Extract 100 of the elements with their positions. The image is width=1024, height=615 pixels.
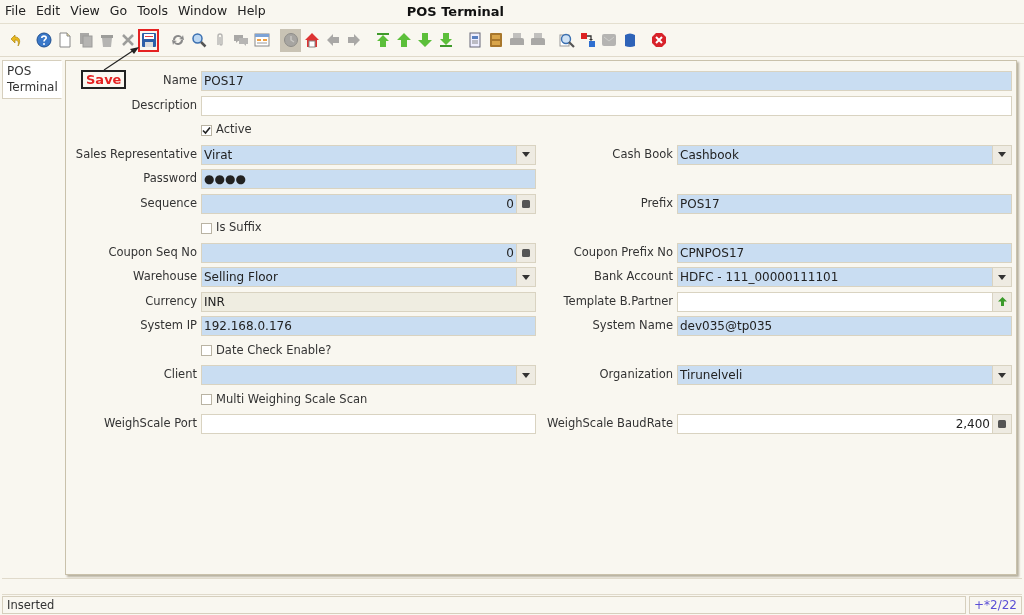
record-counter: +*2/22 — [969, 596, 1022, 614]
caret-icon — [998, 274, 1006, 280]
checkbox-label: Multi Weighing Scale Scan — [216, 390, 368, 408]
callout-arrow — [103, 47, 139, 71]
menu-item[interactable]: Go — [104, 2, 133, 21]
dropdown-button[interactable] — [516, 145, 535, 164]
calculator-button[interactable] — [992, 415, 1011, 433]
field-label: Warehouse — [133, 268, 197, 286]
dropdown-button[interactable] — [516, 366, 535, 384]
dropdown-field[interactable]: Tirunelveli — [677, 365, 1012, 385]
field-label: Bank Account — [594, 268, 673, 286]
calculator-button[interactable] — [516, 243, 535, 262]
printer-icon — [508, 32, 525, 48]
toolbar-button[interactable] — [138, 28, 159, 52]
menu-item[interactable]: File — [0, 2, 31, 21]
cross-icon — [119, 32, 136, 48]
dropdown-field[interactable]: Cashbook — [677, 144, 1012, 165]
zoom-icon — [558, 32, 575, 48]
text-field[interactable]: CPNPOS17 — [677, 242, 1012, 263]
dropdown-field[interactable] — [201, 365, 536, 385]
checkbox[interactable] — [201, 345, 212, 356]
field-label: WeighScale BaudRate — [546, 415, 673, 433]
field-label: Cash Book — [612, 145, 673, 163]
field-label: Password — [143, 170, 197, 188]
caret-icon — [522, 372, 530, 378]
field-label: Coupon Prefix No — [573, 243, 673, 261]
clock-icon — [282, 32, 299, 48]
chat-bubbles-icon — [232, 32, 249, 48]
checkbox[interactable] — [201, 222, 212, 234]
field-label: Organization — [599, 366, 673, 384]
dropdown-button[interactable] — [992, 366, 1011, 384]
caret-icon — [998, 372, 1006, 378]
caret-icon — [998, 152, 1006, 157]
home-icon — [303, 32, 320, 48]
number-field[interactable]: 0 — [201, 193, 536, 214]
lookup-button[interactable] — [992, 292, 1011, 311]
printer-icon — [529, 32, 546, 48]
window-grid-icon — [253, 32, 270, 48]
dropdown-button[interactable] — [992, 268, 1011, 286]
status-message: Inserted — [2, 596, 966, 614]
field-label: Description — [131, 96, 197, 114]
calculator-icon — [998, 420, 1006, 428]
new-document-icon — [56, 32, 73, 48]
caret-icon — [522, 152, 530, 157]
checkbox-label: Is Suffix — [216, 219, 262, 237]
dropdown-button[interactable] — [516, 268, 535, 286]
trash-icon — [98, 32, 115, 48]
search-field[interactable] — [677, 291, 1012, 312]
window-title: POS Terminal — [406, 2, 505, 21]
last-record-icon — [437, 32, 454, 48]
up-arrow-icon — [395, 32, 412, 48]
caret-icon — [522, 274, 530, 280]
first-record-icon — [374, 32, 391, 48]
help-icon — [35, 32, 52, 48]
text-field[interactable]: dev035@tp035 — [677, 316, 1012, 336]
workflow-icon — [579, 32, 596, 48]
request-icon — [600, 32, 617, 48]
calculator-button[interactable] — [516, 194, 535, 213]
field-label: System IP — [140, 317, 197, 335]
text-field[interactable] — [201, 95, 1012, 116]
menu-item[interactable]: Help — [232, 2, 271, 21]
checkbox-label: Date Check Enable? — [216, 341, 332, 359]
dropdown-field[interactable]: HDFC - 111_00000111101 — [677, 267, 1012, 287]
field-label: Template B.Partner — [563, 292, 673, 310]
field-label: Currency — [145, 292, 197, 310]
report-icon — [466, 32, 483, 48]
checkbox[interactable] — [201, 394, 212, 405]
dropdown-field[interactable]: Virat — [201, 144, 536, 165]
text-field[interactable]: POS17 — [201, 71, 1012, 91]
menu-item[interactable]: Edit — [30, 2, 66, 21]
close-icon — [650, 32, 667, 48]
callout-label: Save — [81, 70, 127, 89]
number-field[interactable]: 0 — [201, 242, 536, 263]
menu-item[interactable]: View — [65, 2, 105, 21]
calculator-icon — [522, 248, 530, 257]
text-field[interactable]: POS17 — [677, 193, 1012, 214]
cabinet-icon — [487, 32, 504, 48]
field-label: WeighScale Port — [104, 415, 197, 433]
text-field[interactable]: INR — [201, 291, 536, 312]
text-field[interactable]: 192.168.0.176 — [201, 316, 536, 336]
dropdown-field[interactable]: Selling Floor — [201, 267, 536, 287]
number-field[interactable]: 2,400 — [677, 414, 1012, 434]
right-arrow-icon — [345, 32, 362, 48]
side-tab[interactable]: POS Terminal — [2, 60, 62, 100]
text-field[interactable]: ●●●● — [201, 169, 536, 189]
field-label: System Name — [592, 317, 673, 335]
checkbox[interactable] — [201, 124, 212, 136]
menu-item[interactable]: Tools — [132, 2, 173, 21]
field-label: Client — [163, 366, 197, 384]
field-label: Name — [163, 72, 197, 90]
arrow-icon — [997, 297, 1007, 306]
field-label: Sales Representative — [75, 145, 197, 163]
dropdown-button[interactable] — [992, 145, 1011, 164]
field-label: Sequence — [140, 194, 197, 212]
menu-item[interactable]: Window — [172, 2, 233, 21]
copy-icon — [77, 32, 94, 48]
calculator-icon — [522, 199, 530, 208]
down-arrow-icon — [416, 32, 433, 48]
field-label: Coupon Seq No — [108, 243, 197, 261]
text-field[interactable] — [201, 414, 536, 434]
